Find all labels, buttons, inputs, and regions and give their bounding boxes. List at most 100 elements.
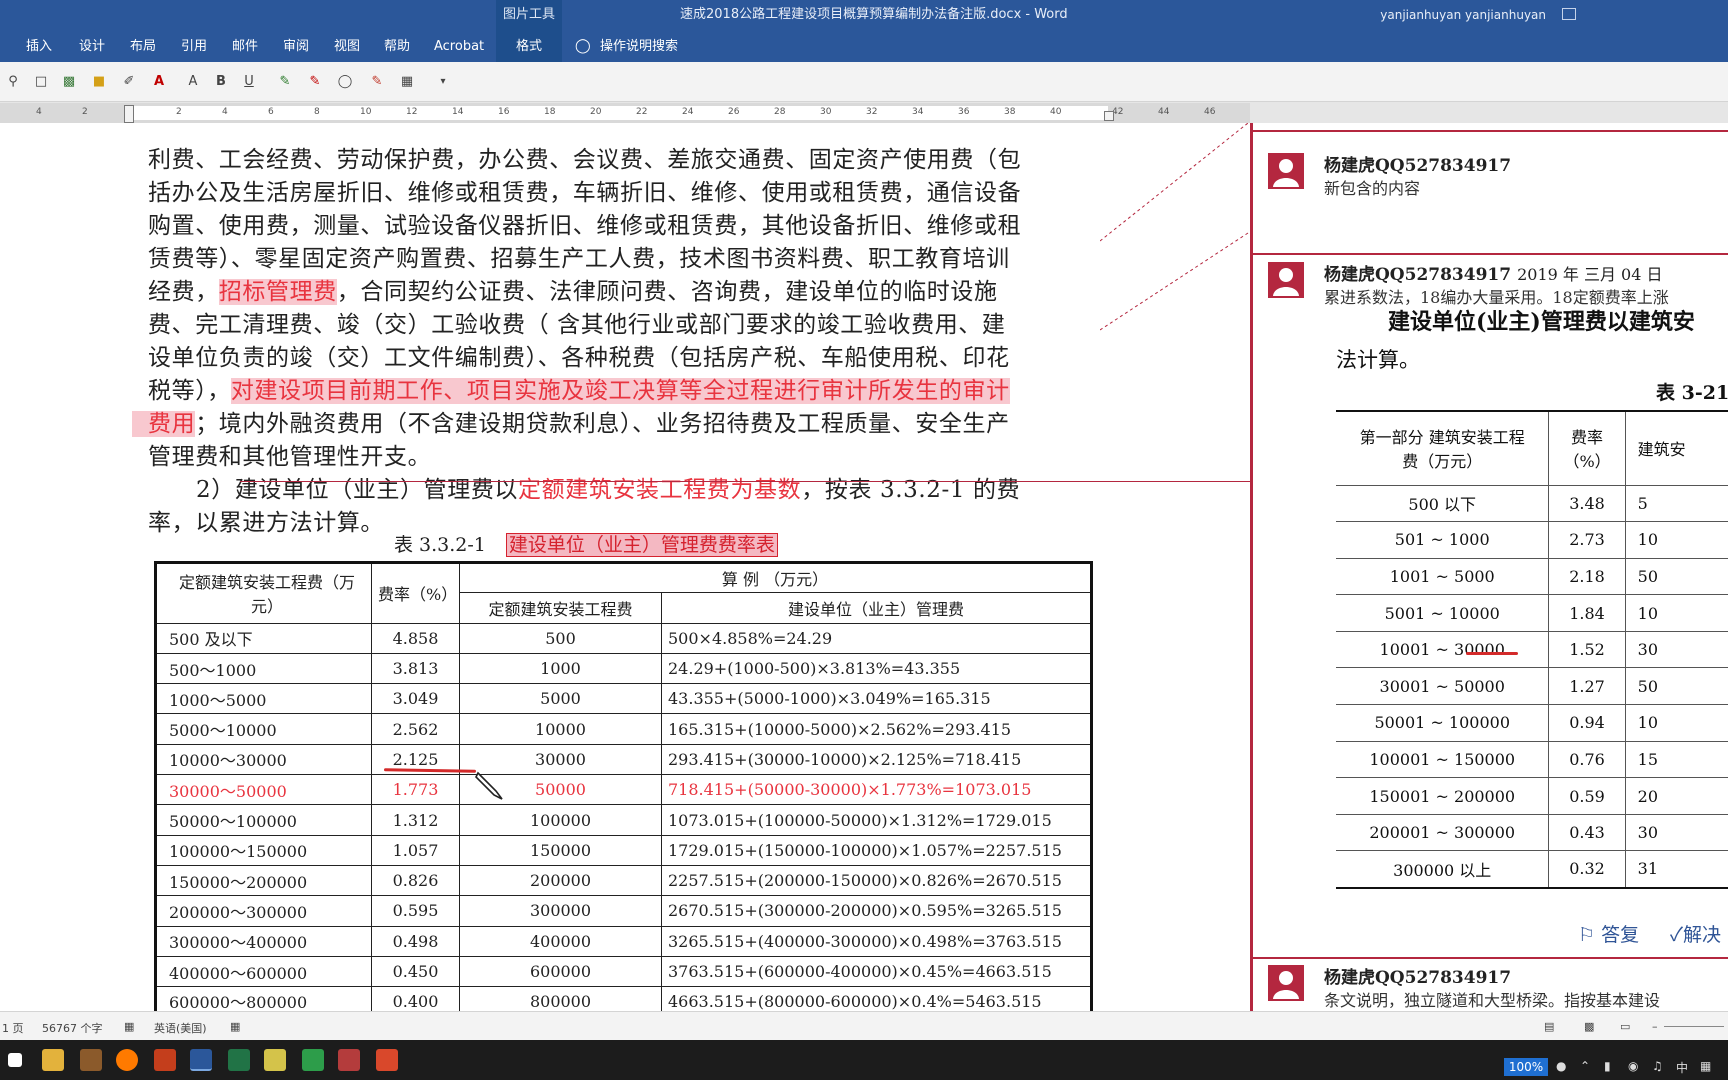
title-bar: 图片工具 速成2018公路工程建设项目概算预算编制办法备注版.docx - Wo… xyxy=(0,0,1728,30)
fee-base-cell: 1000～5000 xyxy=(155,683,372,715)
table-row: 600000～800000 0.400 800000 4663.515+(800000… xyxy=(155,986,1092,1011)
battery-icon[interactable]: ▮ xyxy=(1604,1059,1611,1073)
scan-example-cell: 5 xyxy=(1625,485,1728,523)
comment-text: 新包含的内容 xyxy=(1324,179,1421,198)
save-icon[interactable]: ▩ xyxy=(60,73,78,91)
scan-fee-cell: 1001 ~ 5000 xyxy=(1336,558,1550,596)
fee-base-cell: 300000～400000 xyxy=(155,925,372,957)
horizontal-ruler[interactable]: 4 2 2 4 6 8 10 12 14 16 18 20 22 24 26 2… xyxy=(0,103,1250,123)
new-comment-icon[interactable]: ✎ xyxy=(276,73,294,91)
excel-icon[interactable] xyxy=(228,1049,250,1071)
scan-example-cell: 50 xyxy=(1625,667,1728,706)
tab-view[interactable]: 视图 xyxy=(334,30,360,62)
chevron-up-icon[interactable]: ⌃ xyxy=(1580,1059,1590,1073)
tab-review[interactable]: 审阅 xyxy=(283,30,309,62)
example-fee-cell: 4663.515+(800000-600000)×0.4%=5463.515 xyxy=(661,986,1092,1011)
example-base-cell: 800000 xyxy=(459,986,662,1011)
language[interactable]: 英语(美国) xyxy=(154,1020,207,1036)
avatar xyxy=(1268,262,1304,298)
print-layout-icon[interactable]: ▩ xyxy=(1584,1020,1594,1033)
zoom-slider[interactable] xyxy=(1664,1026,1724,1027)
example-base-cell: 100000 xyxy=(459,804,662,836)
table-row: 300000～400000 0.498 400000 3265.515+(400000… xyxy=(155,925,1092,957)
tab-help[interactable]: 帮助 xyxy=(384,30,410,62)
ruler-number: 46 xyxy=(1204,107,1216,117)
fee-base-cell: 600000～800000 xyxy=(155,986,372,1011)
tab-acrobat[interactable]: Acrobat xyxy=(434,30,484,62)
account-name[interactable]: yanjianhuyan yanjianhuyan xyxy=(1380,0,1546,30)
scan-table-body: 500 以下 3.48 5 501 ~ 1000 2.73 10 1001 ~ 5000 2.… xyxy=(1336,485,1728,889)
left-indent-marker[interactable] xyxy=(124,105,134,123)
example-fee-cell: 2670.515+(300000-200000)×0.595%=3265.515 xyxy=(661,895,1092,927)
table-row: 500 及以下 4.858 500 500×4.858%=24.29 xyxy=(155,622,1092,654)
underline-icon[interactable]: U xyxy=(240,73,258,91)
document-page[interactable]: 利费、工会经费、劳动保护费，办公费、会议费、差旅交通费、固定资产使用费（包 括办… xyxy=(0,123,1250,1011)
tab-format[interactable]: 格式 xyxy=(496,30,562,62)
ruler-number: 26 xyxy=(728,107,740,117)
word-count[interactable]: 56767 个字 xyxy=(42,1020,103,1036)
open-folder-icon[interactable]: ■ xyxy=(90,73,108,91)
body-line: 2）建设单位（业主）管理费以定额建筑安装工程费为基数，按表 3.3.2-1 的费 xyxy=(196,470,1020,504)
rate-cell: 3.049 xyxy=(371,683,460,715)
word-icon[interactable] xyxy=(190,1049,212,1071)
app-icon[interactable] xyxy=(80,1049,102,1071)
pdf-icon[interactable] xyxy=(338,1049,360,1071)
proofing-icon[interactable]: ▦ xyxy=(124,1020,134,1033)
example-base-cell: 10000 xyxy=(459,713,662,745)
rate-cell: 1.773 xyxy=(371,774,460,806)
reply-button[interactable]: ⚐ 答复 xyxy=(1578,920,1639,947)
file-explorer-icon[interactable] xyxy=(42,1049,64,1071)
app-icon[interactable] xyxy=(264,1049,286,1071)
print-preview-icon[interactable]: ⚲ xyxy=(4,73,22,91)
font-color-icon[interactable]: A xyxy=(150,73,168,91)
resolve-label: 解决 xyxy=(1682,924,1721,946)
scan-table-row: 30001 ~ 50000 1.27 50 xyxy=(1336,667,1728,706)
web-layout-icon[interactable]: ▭ xyxy=(1620,1020,1630,1033)
ruler-number: 2 xyxy=(82,107,88,117)
windows-start-icon[interactable] xyxy=(8,1053,22,1067)
body-line: 赁费等）、零星固定资产购置费、招募生产工人费，技术图书资料费、职工教育培训 xyxy=(148,246,1010,272)
bold-icon[interactable]: B xyxy=(212,73,230,91)
zoom-level[interactable]: 100% xyxy=(1504,1058,1548,1076)
read-mode-icon[interactable]: ▤ xyxy=(1544,1020,1554,1033)
tab-insert[interactable]: 插入 xyxy=(26,30,52,62)
browser-icon[interactable] xyxy=(116,1049,138,1071)
mic-icon[interactable]: ● xyxy=(1556,1059,1566,1073)
example-fee-cell: 293.415+(30000-10000)×2.125%=718.415 xyxy=(661,743,1092,776)
tab-design[interactable]: 设计 xyxy=(79,30,105,62)
zoom-out-icon[interactable]: – xyxy=(1652,1020,1658,1033)
customize-toolbar-icon[interactable]: ▾ xyxy=(434,73,452,91)
new-document-icon[interactable]: □ xyxy=(32,73,50,91)
notification-icon[interactable]: ▦ xyxy=(1700,1059,1711,1073)
app-icon[interactable] xyxy=(376,1049,398,1071)
macro-icon[interactable]: ▦ xyxy=(230,1020,240,1033)
comment-connector-lines xyxy=(1100,123,1249,331)
ruler-number: 36 xyxy=(958,107,970,117)
scan-image-subtitle: 法计算。 xyxy=(1336,348,1420,372)
table-icon[interactable]: ▦ xyxy=(398,73,416,91)
network-icon[interactable]: ◉ xyxy=(1628,1059,1638,1073)
resolve-button[interactable]: ✓解决 xyxy=(1670,920,1721,947)
page-count[interactable]: 1 页 xyxy=(2,1020,24,1036)
scan-table-row: 100001 ~ 150000 0.76 15 xyxy=(1336,741,1728,779)
volume-icon[interactable]: ♫ xyxy=(1652,1059,1663,1073)
format-painter-icon[interactable]: ✐ xyxy=(120,73,138,91)
ribbon-display-options-icon[interactable] xyxy=(1562,8,1576,20)
app-icon[interactable] xyxy=(302,1049,324,1071)
eraser-icon[interactable]: ✎ xyxy=(368,73,386,91)
delete-comment-icon[interactable]: ✎ xyxy=(306,73,324,91)
right-indent-marker[interactable] xyxy=(1104,111,1114,121)
tab-mailings[interactable]: 邮件 xyxy=(232,30,258,62)
powerpoint-icon[interactable] xyxy=(154,1049,176,1071)
tell-me-search[interactable]: 操作说明搜索 xyxy=(600,30,678,62)
shapes-icon[interactable]: ◯ xyxy=(336,73,354,91)
tab-references[interactable]: 引用 xyxy=(181,30,207,62)
scan-table-row: 50001 ~ 100000 0.94 10 xyxy=(1336,704,1728,742)
grow-font-icon[interactable]: A xyxy=(184,73,202,91)
table-row: 5000～10000 2.562 10000 165.315+(10000-5000)… xyxy=(155,713,1092,745)
rate-cell: 0.450 xyxy=(371,955,460,988)
ime-indicator[interactable]: 中 xyxy=(1676,1059,1688,1076)
tab-layout[interactable]: 布局 xyxy=(130,30,156,62)
scan-image-title: 建设单位(业主)管理费以建筑安 xyxy=(1388,309,1695,335)
resolve-icon: ✓ xyxy=(1670,924,1683,946)
